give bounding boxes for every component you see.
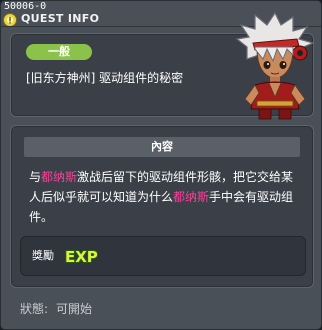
content-section-header: 內容	[24, 137, 300, 157]
status-value: 可開始	[56, 302, 93, 316]
npc-name-link[interactable]: 都纳斯	[41, 170, 77, 184]
svg-text:EXP: EXP	[65, 248, 98, 266]
quest-info-window: 50006-0 QUEST INFO 一般 [旧东方神州] 驱动组件的秘密 內容…	[0, 0, 322, 330]
npc-portrait	[233, 9, 317, 121]
reward-box: 獎勵 EXP	[20, 236, 306, 276]
quest-name: [旧东方神州] 驱动组件的秘密	[26, 71, 184, 85]
quest-info-icon	[3, 12, 17, 27]
reward-label: 獎勵	[32, 249, 54, 262]
quest-id: 50006-0	[4, 1, 47, 12]
quest-description: 与都纳斯激战后留下的驱动组件形骸，把它交给某人后似乎就可以知道为什么都纳斯手中会…	[29, 167, 305, 227]
description-text: 与	[29, 170, 42, 184]
npc-name-link[interactable]: 都纳斯	[173, 190, 209, 204]
exp-icon[interactable]: EXP	[64, 246, 99, 267]
category-tag: 一般	[26, 44, 92, 60]
window-title: QUEST INFO	[21, 12, 100, 25]
quest-content-panel: 內容 与都纳斯激战后留下的驱动组件形骸，把它交给某人后似乎就可以知道为什么都纳斯…	[10, 125, 314, 288]
status-label: 狀態:	[20, 302, 49, 316]
quest-status: 狀態: 可開始	[20, 301, 92, 317]
